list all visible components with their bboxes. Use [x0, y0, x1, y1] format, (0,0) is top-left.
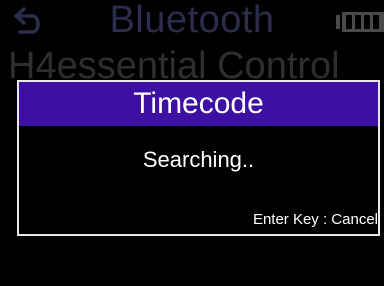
screen-title: Bluetooth: [109, 0, 275, 41]
background-header: Bluetooth: [0, 0, 384, 44]
dialog-title: Timecode: [133, 87, 264, 120]
dialog-title-bar: Timecode: [19, 82, 378, 126]
status-message: Searching..: [142, 147, 255, 172]
device-screen: Bluetooth H4essential Control Timecode S…: [0, 0, 384, 286]
cancel-hint[interactable]: Enter Key : Cancel: [253, 210, 378, 230]
battery-icon: [336, 12, 384, 32]
timecode-dialog: Timecode Searching.. Enter Key : Cancel: [17, 80, 380, 236]
